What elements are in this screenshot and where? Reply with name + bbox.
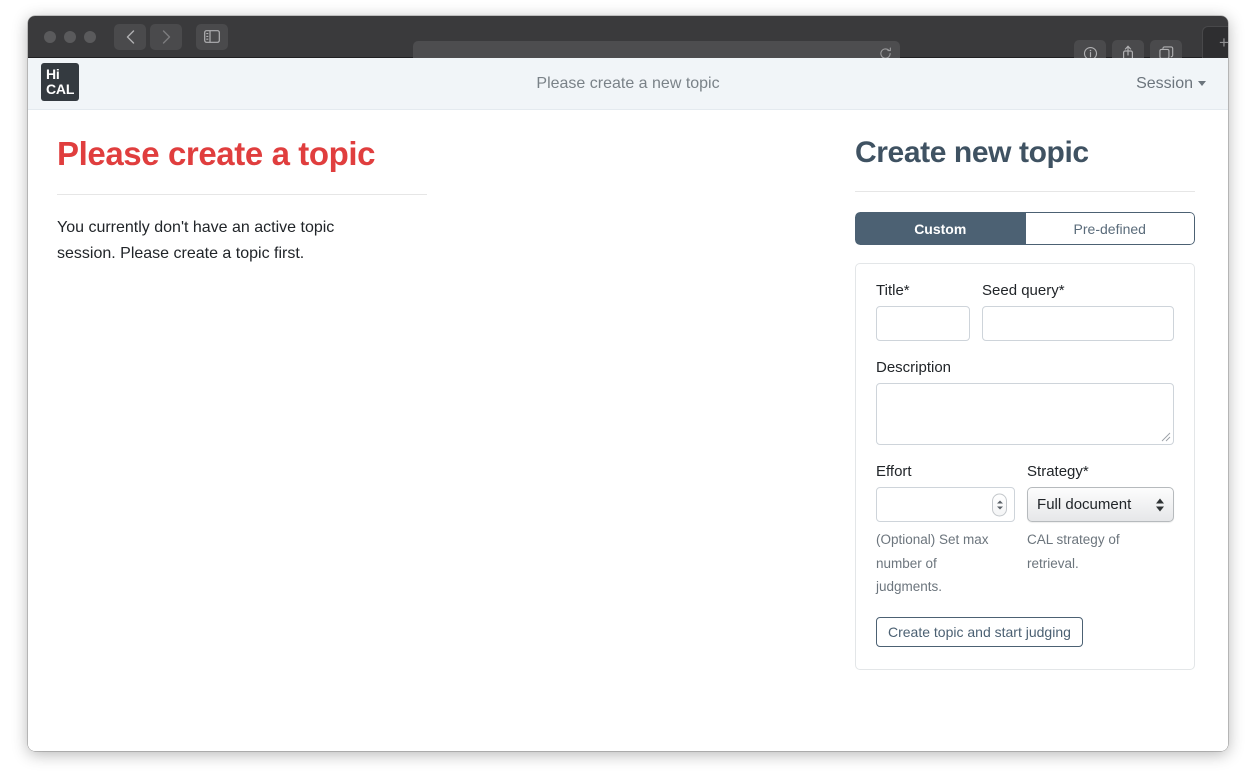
- alert-panel: Please create a topic You currently don'…: [57, 135, 427, 266]
- alert-divider: [57, 193, 427, 195]
- seed-query-input[interactable]: [982, 306, 1174, 341]
- topic-type-tabs: Custom Pre-defined: [855, 212, 1195, 245]
- effort-input-wrap: [876, 487, 1016, 522]
- back-button[interactable]: [114, 23, 146, 50]
- create-topic-heading: Create new topic: [855, 136, 1089, 169]
- effort-hint: (Optional) Set max number of judgments.: [876, 532, 989, 595]
- select-down-arrow-icon: [1156, 506, 1164, 511]
- seed-query-field-group: Seed query*: [982, 282, 1174, 341]
- effort-label: Effort: [876, 463, 912, 480]
- new-tab-label: +: [1219, 33, 1228, 52]
- effort-field-group: Effort (Optional) Set max number of judg…: [876, 463, 1016, 599]
- page-body: Please create a topic You currently don'…: [28, 110, 1228, 751]
- alert-heading: Please create a topic: [57, 135, 376, 172]
- desktop-background: + Hi CAL Please create a new topic Sessi…: [0, 0, 1256, 783]
- browser-toolbar: +: [28, 16, 1228, 66]
- browser-window: + Hi CAL Please create a new topic Sessi…: [28, 16, 1228, 751]
- create-topic-panel: Create new topic Custom Pre-defined Titl…: [855, 135, 1195, 670]
- session-dropdown[interactable]: Session: [1136, 75, 1206, 93]
- create-topic-form-card: Title* Seed query* Description Effort (O…: [855, 263, 1195, 670]
- stepper-up-icon[interactable]: [996, 500, 1003, 503]
- strategy-hint: CAL strategy of retrieval.: [1027, 532, 1120, 571]
- tab-custom[interactable]: Custom: [855, 212, 1026, 245]
- app-header: Hi CAL Please create a new topic Session: [28, 58, 1228, 110]
- title-seed-row: Title* Seed query*: [876, 282, 1174, 341]
- effort-strategy-row: Effort (Optional) Set max number of judg…: [876, 463, 1174, 599]
- sidebar-group: [196, 23, 228, 50]
- create-topic-button[interactable]: Create topic and start judging: [876, 616, 1083, 647]
- tab-pre-defined[interactable]: Pre-defined: [1025, 212, 1195, 245]
- chevron-left-icon: [126, 29, 134, 44]
- title-input[interactable]: [876, 306, 970, 341]
- create-topic-divider: [855, 191, 1195, 192]
- strategy-select[interactable]: Full document: [1027, 487, 1174, 522]
- description-textarea-wrap: [876, 383, 1174, 445]
- title-label: Title*: [876, 282, 910, 299]
- sidebar-toggle-button[interactable]: [196, 23, 228, 50]
- tab-pre-defined-label: Pre-defined: [1073, 220, 1146, 237]
- chevron-down-icon: [1198, 81, 1206, 86]
- maximize-window-button[interactable]: [84, 30, 96, 43]
- page-title: Please create a new topic: [536, 74, 720, 92]
- description-field-group: Description: [876, 359, 1174, 445]
- seed-query-label: Seed query*: [982, 282, 1065, 299]
- select-up-arrow-icon: [1156, 498, 1164, 503]
- tab-custom-label: Custom: [914, 220, 967, 237]
- forward-button[interactable]: [150, 23, 182, 50]
- alert-body-text: You currently don't have an active topic…: [57, 218, 335, 262]
- strategy-label: Strategy*: [1027, 463, 1089, 480]
- effort-stepper[interactable]: [992, 493, 1008, 516]
- close-window-button[interactable]: [44, 30, 56, 43]
- minimize-window-button[interactable]: [64, 30, 76, 43]
- chevron-right-icon: [162, 29, 170, 44]
- description-textarea[interactable]: [876, 383, 1174, 445]
- session-dropdown-label: Session: [1136, 74, 1193, 92]
- stepper-down-icon[interactable]: [996, 506, 1003, 509]
- select-arrows-icon: [1156, 498, 1164, 511]
- strategy-select-value: Full document: [1037, 496, 1132, 513]
- strategy-field-group: Strategy* Full document CAL strategy of …: [1027, 463, 1174, 599]
- sidebar-toggle-icon: [204, 30, 220, 43]
- window-traffic-lights: [44, 30, 96, 43]
- title-field-group: Title*: [876, 282, 970, 341]
- new-tab-button[interactable]: +: [1202, 26, 1228, 58]
- description-label: Description: [876, 359, 952, 376]
- navigation-buttons: [114, 23, 182, 50]
